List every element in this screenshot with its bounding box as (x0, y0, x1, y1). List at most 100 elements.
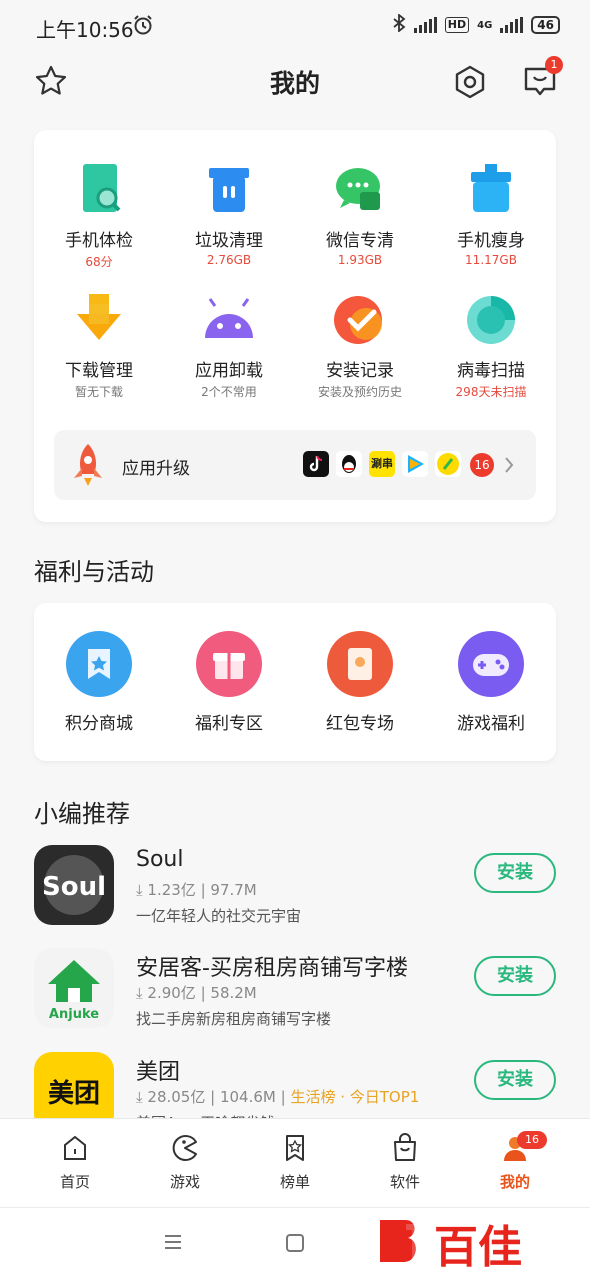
app-name[interactable]: 美团 (136, 1054, 180, 1086)
tab-home[interactable]: 首页 (35, 1133, 115, 1192)
download-arrow-icon: ⤓ (136, 881, 148, 899)
list-item[interactable]: Anjuke 安居客-买房租房商铺写字楼 ⤓ 2.90亿 | 58.2M 找二手… (34, 948, 556, 1034)
home-square-icon[interactable] (286, 1234, 304, 1256)
app-upgrade-row[interactable]: 应用升级 涮串 16 (54, 430, 536, 500)
tool-wechat-clean[interactable]: 微信专清 1.93GB (295, 160, 425, 267)
app-hot-rank: 生活榜 · 今日TOP1 (290, 1088, 420, 1106)
trash-icon (199, 160, 259, 220)
anjuke-app-logo: Anjuke (34, 948, 114, 1028)
battery-indicator: 46 (531, 16, 560, 34)
tool-label: 垃圾清理 (195, 231, 263, 251)
chevron-right-icon (504, 456, 514, 478)
bottom-tab-bar: 首页 游戏 榜单 软件 我的 16 (0, 1118, 590, 1207)
tab-label: 榜单 (279, 1173, 310, 1191)
tab-me-badge: 16 (517, 1131, 547, 1149)
tool-download-manager[interactable]: 下载管理 暂无下载 (34, 290, 164, 400)
tool-label: 微信专清 (326, 231, 394, 251)
tool-uninstall[interactable]: 应用卸载 2个不常用 (164, 290, 294, 400)
page-title: 我的 (269, 69, 320, 98)
app-icon-yellow: 涮串 (369, 451, 395, 477)
android-icon (199, 290, 259, 350)
gift-icon (196, 631, 262, 697)
tool-label: 病毒扫描 (457, 361, 525, 381)
app-meta: ⤓ 28.05亿 | 104.6M | 生活榜 · 今日TOP1 (136, 1088, 420, 1106)
app-downloads: 28.05亿 (147, 1088, 206, 1106)
welfare-label: 积分商城 (65, 714, 133, 734)
welfare-card: 积分商城 福利专区 红包专场 游戏福利 (34, 603, 556, 761)
system-nav-bar: 百佳 (0, 1207, 590, 1279)
network-type: 4G (477, 19, 493, 31)
svg-text:美团: 美团 (48, 1078, 100, 1109)
install-button[interactable]: 安装 (474, 853, 556, 893)
tool-virus-scan[interactable]: 病毒扫描 298天未扫描 (426, 290, 556, 400)
watermark-logo: 百佳 (376, 1214, 566, 1278)
app-desc: 一亿年轻人的社交元宇宙 (136, 907, 302, 925)
app-desc: 找二手房新房租房商铺写字楼 (136, 1010, 332, 1028)
tool-sub: 2个不常用 (201, 385, 257, 399)
tool-label: 下载管理 (65, 361, 133, 381)
tab-games[interactable]: 游戏 (145, 1133, 225, 1192)
download-arrow-icon: ⤓ (136, 1088, 148, 1106)
recommend-section-title: 小编推荐 (34, 800, 130, 828)
welfare-red-packet[interactable]: 红包专场 (295, 631, 425, 734)
gamepad-icon (458, 631, 524, 697)
list-item[interactable]: Soul Soul ⤓ 1.23亿 | 97.7M 一亿年轻人的社交元宇宙 安装 (34, 845, 556, 931)
tool-phone-check[interactable]: 手机体检 68分 (34, 160, 164, 270)
welfare-points-mall[interactable]: 积分商城 (34, 631, 164, 734)
upgrade-label: 应用升级 (122, 459, 190, 479)
welfare-label: 福利专区 (195, 714, 263, 734)
app-name[interactable]: 安居客-买房租房商铺写字楼 (136, 950, 408, 982)
rocket-icon (70, 442, 106, 492)
tab-label: 软件 (389, 1173, 420, 1191)
tab-label: 我的 (499, 1173, 530, 1191)
download-arrow-icon: ⤓ (136, 984, 148, 1002)
install-button[interactable]: 安装 (474, 956, 556, 996)
menu-icon[interactable] (164, 1234, 182, 1254)
svg-text:百佳: 百佳 (434, 1222, 522, 1273)
game-icon (170, 1135, 200, 1167)
tab-ranking[interactable]: 榜单 (255, 1133, 335, 1192)
tiktok-app-icon (303, 451, 329, 477)
music-app-icon (435, 451, 461, 477)
tab-me[interactable]: 我的 16 (475, 1131, 555, 1192)
virus-scan-icon (461, 290, 521, 350)
settings-gear-icon[interactable] (452, 64, 488, 104)
tool-trash-clean[interactable]: 垃圾清理 2.76GB (164, 160, 294, 267)
app-size: 58.2M (210, 984, 257, 1002)
upgrade-count-badge: 16 (470, 453, 494, 477)
tool-label: 手机体检 (65, 231, 133, 251)
slim-icon (461, 160, 521, 220)
signal-icon-2 (500, 17, 524, 33)
app-name[interactable]: Soul (136, 847, 183, 872)
red-packet-icon (327, 631, 393, 697)
points-mall-icon (66, 631, 132, 697)
welfare-section-title: 福利与活动 (34, 558, 154, 586)
tool-slim[interactable]: 手机瘦身 11.17GB (426, 160, 556, 267)
signal-icon (413, 17, 437, 33)
welfare-label: 游戏福利 (457, 714, 525, 734)
tool-install-record[interactable]: 安装记录 安装及预约历史 (295, 290, 425, 400)
status-time: 上午10:56 (36, 18, 134, 42)
app-size: 104.6M (219, 1088, 276, 1106)
tool-label: 应用卸载 (195, 361, 263, 381)
home-icon (60, 1135, 90, 1167)
app-downloads: 1.23亿 (147, 881, 196, 899)
tab-software[interactable]: 软件 (365, 1133, 445, 1192)
welfare-benefits-zone[interactable]: 福利专区 (164, 631, 294, 734)
alarm-icon (132, 14, 154, 40)
tool-sub: 暂无下载 (74, 385, 123, 399)
tools-card: 手机体检 68分 垃圾清理 2.76GB 微信专清 1.93GB 手机瘦身 11… (34, 130, 556, 522)
status-right: HD 4G 46 (392, 13, 560, 36)
tool-sub: 2.76GB (206, 253, 252, 267)
message-badge: 1 (545, 56, 563, 74)
qq-app-icon (336, 451, 362, 477)
soul-app-logo: Soul (34, 845, 114, 925)
tool-sub: 68分 (85, 255, 113, 269)
tencent-video-app-icon (402, 451, 428, 477)
check-icon (330, 290, 390, 350)
tab-label: 游戏 (169, 1173, 200, 1191)
welfare-game-benefits[interactable]: 游戏福利 (426, 631, 556, 734)
install-button[interactable]: 安装 (474, 1060, 556, 1100)
tool-sub: 1.93GB (337, 253, 383, 267)
ranking-icon (280, 1135, 310, 1167)
